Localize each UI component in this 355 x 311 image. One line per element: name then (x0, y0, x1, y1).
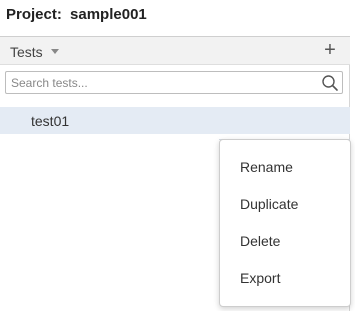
project-header: Project: sample001 (0, 0, 355, 32)
project-name: sample001 (70, 6, 147, 23)
test-item-label: test01 (31, 113, 70, 129)
search-icon[interactable] (321, 74, 339, 92)
app-window: Project: sample001 Tests + test01 Rename… (0, 0, 355, 311)
caret-down-icon (50, 48, 59, 54)
search-box (5, 71, 343, 94)
panel-toolbar: Tests + (0, 36, 350, 65)
tests-dropdown[interactable]: Tests (10, 44, 59, 60)
menu-item-duplicate[interactable]: Duplicate (220, 190, 350, 220)
plus-icon[interactable]: + (320, 40, 340, 61)
panel-title: Tests (10, 44, 43, 60)
context-menu: Rename Duplicate Delete Export (219, 139, 351, 307)
search-input[interactable] (6, 72, 318, 93)
menu-item-delete[interactable]: Delete (220, 227, 350, 257)
project-label: Project: (6, 6, 62, 23)
test-item[interactable]: test01 (0, 107, 350, 134)
menu-item-export[interactable]: Export (220, 264, 350, 294)
menu-item-rename[interactable]: Rename (220, 153, 350, 183)
